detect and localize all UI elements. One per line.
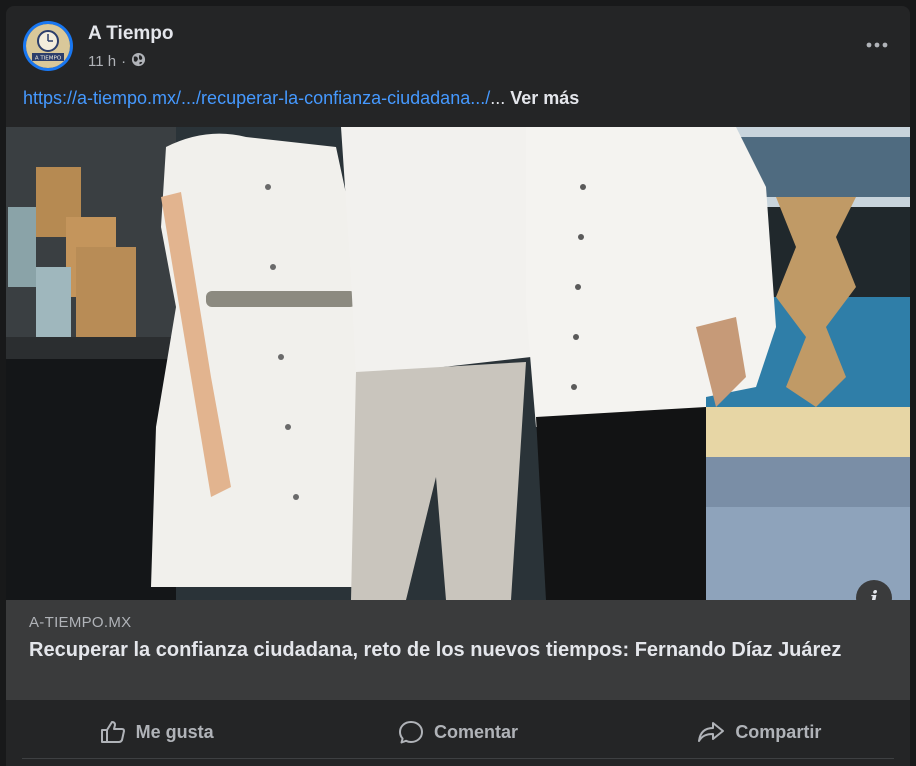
post-card: A TIEMPO A Tiempo 11 h · https://a-tiemp… [6, 6, 910, 766]
link-preview-title[interactable]: Recuperar la confianza ciudadana, reto d… [29, 637, 879, 663]
comment-bubble-icon [398, 721, 423, 744]
comment-label: Comentar [433, 721, 518, 742]
post-meta: 11 h · [88, 52, 146, 71]
divider [22, 758, 894, 759]
globe-icon [131, 52, 146, 71]
action-bar: Me gusta Comentar Compartir [6, 708, 910, 756]
more-dots-icon [866, 42, 888, 48]
more-options-button[interactable] [862, 30, 892, 60]
post-header: A TIEMPO A Tiempo 11 h · [22, 20, 894, 76]
link-preview-image[interactable] [6, 127, 910, 600]
post-text: https://a-tiempo.mx/.../recuperar-la-con… [23, 88, 579, 109]
comment-button[interactable]: Comentar [307, 708, 608, 756]
post-timestamp[interactable]: 11 h [88, 53, 116, 70]
share-label: Compartir [735, 721, 822, 742]
post-ellipsis: ... [490, 88, 506, 108]
like-button[interactable]: Me gusta [6, 708, 307, 756]
page-name[interactable]: A Tiempo [88, 23, 174, 45]
like-label: Me gusta [135, 721, 214, 742]
thumbs-up-icon [100, 721, 125, 743]
share-button[interactable]: Compartir [609, 708, 910, 756]
link-preview[interactable]: A-TIEMPO.MX Recuperar la confianza ciuda… [6, 600, 910, 700]
page-logo: A TIEMPO [26, 24, 70, 68]
see-more-link[interactable]: Ver más [510, 88, 579, 108]
post-link[interactable]: https://a-tiempo.mx/.../recuperar-la-con… [23, 88, 490, 108]
avatar[interactable]: A TIEMPO [23, 21, 73, 71]
svg-text:A TIEMPO: A TIEMPO [35, 56, 62, 62]
share-arrow-icon [698, 722, 725, 742]
link-preview-domain: A-TIEMPO.MX [29, 614, 132, 631]
meta-separator: · [121, 53, 127, 70]
